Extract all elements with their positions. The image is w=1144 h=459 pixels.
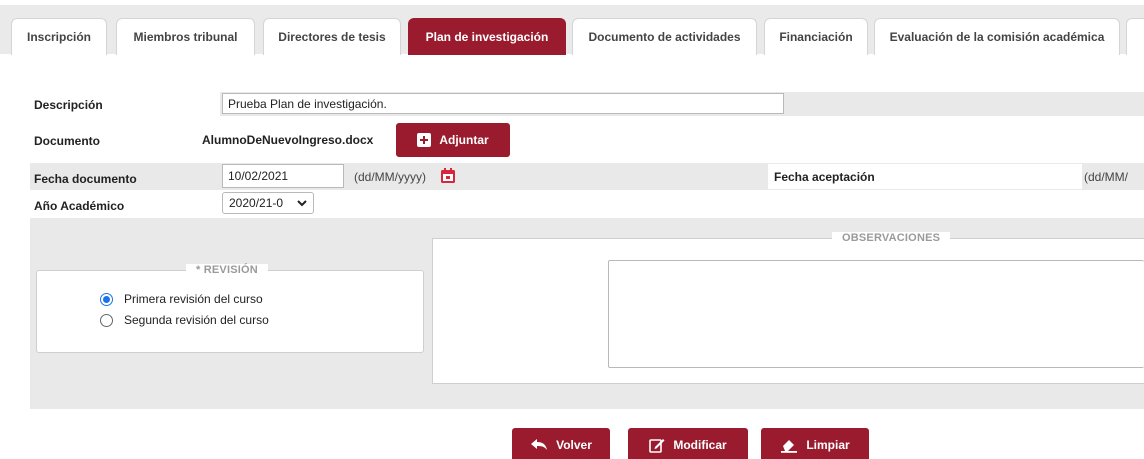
radio-segunda-label: Segunda revisión del curso <box>124 313 269 327</box>
fecha-documento-format-hint: (dd/MM/yyyy) <box>354 170 426 184</box>
observaciones-textarea[interactable] <box>608 260 1144 368</box>
tab-financiacion[interactable]: Financiación <box>764 18 868 55</box>
chevron-down-icon <box>297 199 307 206</box>
descripcion-input[interactable]: Prueba Plan de investigación. <box>222 93 784 114</box>
eraser-icon <box>781 440 798 453</box>
edit-icon <box>649 439 665 453</box>
tab-inscripcion[interactable]: Inscripción <box>11 18 107 55</box>
adjuntar-label: Adjuntar <box>439 133 489 147</box>
fecha-aceptacion-label: Fecha aceptación <box>774 170 875 184</box>
anio-academico-value: 2020/21-0 <box>229 196 284 210</box>
fecha-documento-input[interactable]: 10/02/2021 <box>222 164 344 188</box>
limpiar-button[interactable]: Limpiar <box>761 428 869 459</box>
anio-academico-select[interactable]: 2020/21-0 <box>222 192 314 214</box>
limpiar-label: Limpiar <box>806 438 850 452</box>
revision-option-primera[interactable]: Primera revisión del curso <box>100 292 263 306</box>
volver-button[interactable]: Volver <box>512 428 610 459</box>
anio-academico-row: Año Académico 2020/21-0 <box>30 192 1144 216</box>
modificar-label: Modificar <box>673 438 727 452</box>
modificar-button[interactable]: Modificar <box>628 428 748 459</box>
fecha-documento-label: Fecha documento <box>34 172 137 186</box>
fecha-aceptacion-format-hint: (dd/MM/ <box>1084 170 1129 184</box>
radio-primera-label: Primera revisión del curso <box>124 292 263 306</box>
observaciones-legend: OBSERVACIONES <box>832 232 951 244</box>
adjuntar-button[interactable]: Adjuntar <box>396 123 510 157</box>
revision-option-segunda[interactable]: Segunda revisión del curso <box>100 313 269 327</box>
radio-segunda-revision[interactable] <box>100 313 113 327</box>
radio-primera-revision[interactable] <box>100 292 113 306</box>
plus-icon <box>417 133 432 147</box>
revision-legend: * REVISIÓN <box>186 264 268 276</box>
documento-label: Documento <box>34 134 100 148</box>
tab-documento-de-actividades[interactable]: Documento de actividades <box>572 18 757 55</box>
tab-miembros-tribunal[interactable]: Miembros tribunal <box>116 18 255 55</box>
undo-arrow-icon <box>531 439 548 450</box>
anio-academico-label: Año Académico <box>34 199 125 213</box>
tab-overflow[interactable] <box>1126 18 1144 55</box>
descripcion-row: Descripción Prueba Plan de investigación… <box>30 92 1144 116</box>
fecha-aceptacion-label-cell: Fecha aceptación <box>768 164 1082 189</box>
tab-bar: Inscripción Miembros tribunal Directores… <box>0 0 1144 55</box>
calendar-icon[interactable] <box>440 168 456 187</box>
revision-fieldset <box>36 270 424 353</box>
documento-filename: AlumnoDeNuevoIngreso.docx <box>202 133 374 147</box>
fecha-row: Fecha documento 10/02/2021 (dd/MM/yyyy) … <box>30 163 1144 190</box>
descripcion-label: Descripción <box>34 98 103 112</box>
tab-evaluacion-comision-academica[interactable]: Evaluación de la comisión académica <box>874 18 1120 55</box>
documento-row: Documento AlumnoDeNuevoIngreso.docx Adju… <box>30 122 1144 158</box>
volver-label: Volver <box>556 438 592 452</box>
tab-plan-de-investigacion[interactable]: Plan de investigación <box>408 18 566 55</box>
tab-directores-de-tesis[interactable]: Directores de tesis <box>263 18 401 55</box>
